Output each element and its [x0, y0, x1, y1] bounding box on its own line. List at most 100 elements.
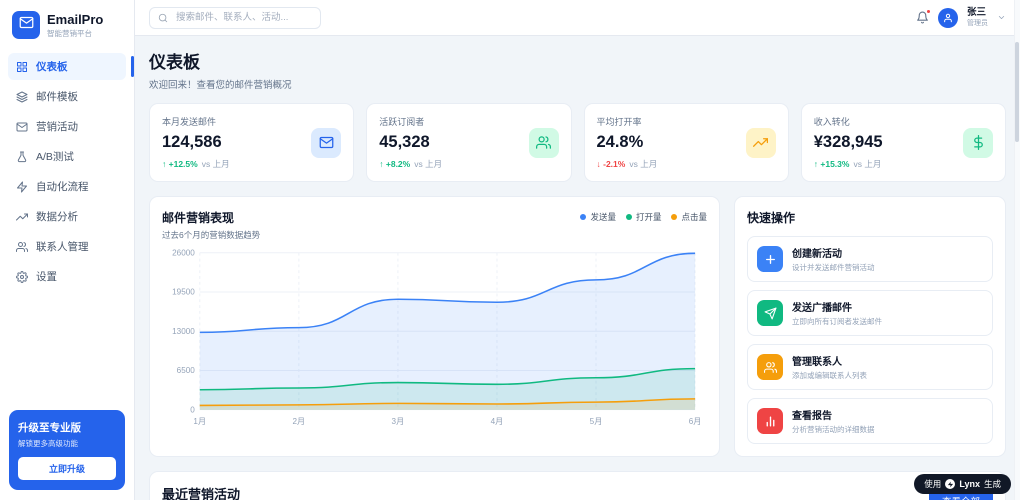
trend-up-icon	[16, 211, 28, 223]
svg-text:6500: 6500	[177, 366, 196, 375]
svg-text:3月: 3月	[392, 417, 405, 426]
zap-icon	[16, 181, 28, 193]
stat-body: 活跃订阅者 45,328 ↑ +8.2% vs 上月	[379, 115, 442, 170]
stat-vs-label: vs 上月	[414, 158, 442, 170]
stat-delta: ↑ +8.2%	[379, 159, 410, 169]
plus-icon	[757, 246, 783, 272]
chevron-down-icon[interactable]	[997, 13, 1006, 22]
chart-subtitle: 过去6个月的营销数据趋势	[162, 229, 260, 241]
brand-name: EmailPro	[47, 12, 103, 27]
search-box[interactable]	[149, 7, 321, 29]
chart-title: 邮件营销表现	[162, 209, 260, 226]
stat-change: ↑ +8.2% vs 上月	[379, 158, 442, 170]
gear-icon	[16, 271, 28, 283]
stat-label: 本月发送邮件	[162, 115, 230, 128]
stat-label: 收入转化	[814, 115, 883, 128]
sidebar-item-automation[interactable]: 自动化流程	[8, 173, 126, 200]
svg-text:19500: 19500	[172, 288, 195, 297]
svg-text:0: 0	[190, 405, 195, 414]
avatar[interactable]	[938, 8, 958, 28]
users-icon	[16, 241, 28, 253]
stat-card-subscribers: 活跃订阅者 45,328 ↑ +8.2% vs 上月	[366, 103, 571, 182]
quick-actions-card: 快速操作 创建新活动 设计并发送邮件营销活动 发送广播	[734, 196, 1006, 457]
stat-vs-label: vs 上月	[629, 158, 657, 170]
sidebar-item-label: A/B测试	[36, 149, 74, 164]
quick-action-create-campaign[interactable]: 创建新活动 设计并发送邮件营销活动	[747, 236, 993, 282]
stat-value: 24.8%	[597, 133, 658, 152]
quick-action-desc: 添加或编辑联系人列表	[792, 370, 867, 381]
legend-dot	[580, 214, 586, 220]
stat-value: ¥328,945	[814, 133, 883, 152]
svg-text:26000: 26000	[172, 249, 195, 258]
quick-action-manage-contacts[interactable]: 管理联系人 添加或编辑联系人列表	[747, 344, 993, 390]
legend-dot	[671, 214, 677, 220]
quick-actions-list: 创建新活动 设计并发送邮件营销活动 发送广播邮件 立即向所有订阅者发送邮件	[747, 236, 993, 444]
quick-action-text: 创建新活动 设计并发送邮件营销活动	[792, 245, 875, 273]
user-role: 管理员	[967, 18, 988, 28]
user-name: 张三	[967, 7, 988, 19]
stat-body: 收入转化 ¥328,945 ↑ +15.3% vs 上月	[814, 115, 883, 170]
sidebar-item-dashboard[interactable]: 仪表板	[8, 53, 126, 80]
recent-campaigns-titles: 最近营销活动 查看您最新的邮件营销活动表现	[162, 484, 281, 500]
upgrade-card: 升级至专业版 解锁更多高级功能 立即升级	[9, 410, 125, 490]
search-icon	[158, 13, 168, 23]
users-icon	[757, 354, 783, 380]
bar-chart-icon	[757, 408, 783, 434]
quick-action-title: 管理联系人	[792, 353, 867, 368]
svg-text:13000: 13000	[172, 327, 195, 336]
quick-action-desc: 分析营销活动的详细数据	[792, 424, 875, 435]
stat-vs-label: vs 上月	[202, 158, 230, 170]
svg-text:1月: 1月	[193, 417, 206, 426]
quick-action-send-broadcast[interactable]: 发送广播邮件 立即向所有订阅者发送邮件	[747, 290, 993, 336]
lynx-logo-icon	[945, 479, 955, 489]
svg-text:6月: 6月	[689, 417, 702, 426]
legend-label: 发送量	[590, 211, 616, 223]
sidebar-item-templates[interactable]: 邮件模板	[8, 83, 126, 110]
sidebar-item-label: 数据分析	[36, 209, 78, 224]
sidebar-item-campaigns[interactable]: 营销活动	[8, 113, 126, 140]
scrollbar[interactable]	[1014, 0, 1020, 500]
quick-action-title: 查看报告	[792, 407, 875, 422]
sidebar-item-settings[interactable]: 设置	[8, 263, 126, 290]
stat-value: 124,586	[162, 133, 230, 152]
upgrade-button[interactable]: 立即升级	[18, 457, 116, 480]
lynx-badge[interactable]: 使用 Lynx 生成	[914, 474, 1011, 494]
legend-item-sends: 发送量	[580, 211, 616, 223]
page-title: 仪表板	[149, 48, 1006, 73]
legend-item-opens: 打开量	[626, 211, 662, 223]
flask-icon	[16, 151, 28, 163]
page-subtitle: 欢迎回来！查看您的邮件营销概况	[149, 77, 1006, 91]
main-area: 张三 管理员 仪表板 欢迎回来！查看您的邮件营销概况 本月发送邮件 124,58…	[135, 0, 1020, 500]
dollar-icon	[963, 128, 993, 158]
notifications-button[interactable]	[916, 11, 929, 24]
sidebar-item-ab-testing[interactable]: A/B测试	[8, 143, 126, 170]
stat-label: 平均打开率	[597, 115, 658, 128]
recent-campaigns-card: 最近营销活动 查看您最新的邮件营销活动表现 查看全部 活动名称 状态 发送量	[149, 471, 1006, 500]
scrollbar-thumb[interactable]	[1015, 42, 1019, 142]
content: 仪表板 欢迎回来！查看您的邮件营销概况 本月发送邮件 124,586 ↑ +12…	[135, 36, 1020, 500]
topbar-right: 张三 管理员	[916, 7, 1006, 29]
performance-chart-card: 邮件营销表现 过去6个月的营销数据趋势 发送量 打开量 点击量 0 6500 130…	[149, 196, 720, 457]
sidebar-nav: 仪表板 邮件模板 营销活动 A/B测试 自动化流程 数据分析	[0, 47, 134, 290]
app-window: EmailPro 智能营销平台 仪表板 邮件模板 营销活动 A/B测试	[0, 0, 1020, 500]
stat-card-open-rate: 平均打开率 24.8% ↓ -2.1% vs 上月	[584, 103, 789, 182]
performance-chart: 065001300019500260001月2月3月4月5月6月	[162, 245, 707, 431]
stat-card-revenue: 收入转化 ¥328,945 ↑ +15.3% vs 上月	[801, 103, 1006, 182]
stat-body: 本月发送邮件 124,586 ↑ +12.5% vs 上月	[162, 115, 230, 170]
chart-legend: 发送量 打开量 点击量	[580, 211, 707, 223]
quick-action-view-reports[interactable]: 查看报告 分析营销活动的详细数据	[747, 398, 993, 444]
badge-suffix: 生成	[984, 478, 1001, 490]
quick-action-text: 查看报告 分析营销活动的详细数据	[792, 407, 875, 435]
sidebar-item-contacts[interactable]: 联系人管理	[8, 233, 126, 260]
sidebar-item-analytics[interactable]: 数据分析	[8, 203, 126, 230]
quick-action-desc: 立即向所有订阅者发送邮件	[792, 316, 882, 327]
stat-delta: ↑ +15.3%	[814, 159, 850, 169]
stat-change: ↓ -2.1% vs 上月	[597, 158, 658, 170]
stat-change: ↑ +15.3% vs 上月	[814, 158, 883, 170]
quick-action-title: 创建新活动	[792, 245, 875, 260]
search-input[interactable]	[174, 11, 312, 24]
stat-label: 活跃订阅者	[379, 115, 442, 128]
stat-vs-label: vs 上月	[853, 158, 881, 170]
quick-action-desc: 设计并发送邮件营销活动	[792, 262, 875, 273]
legend-dot	[626, 214, 632, 220]
